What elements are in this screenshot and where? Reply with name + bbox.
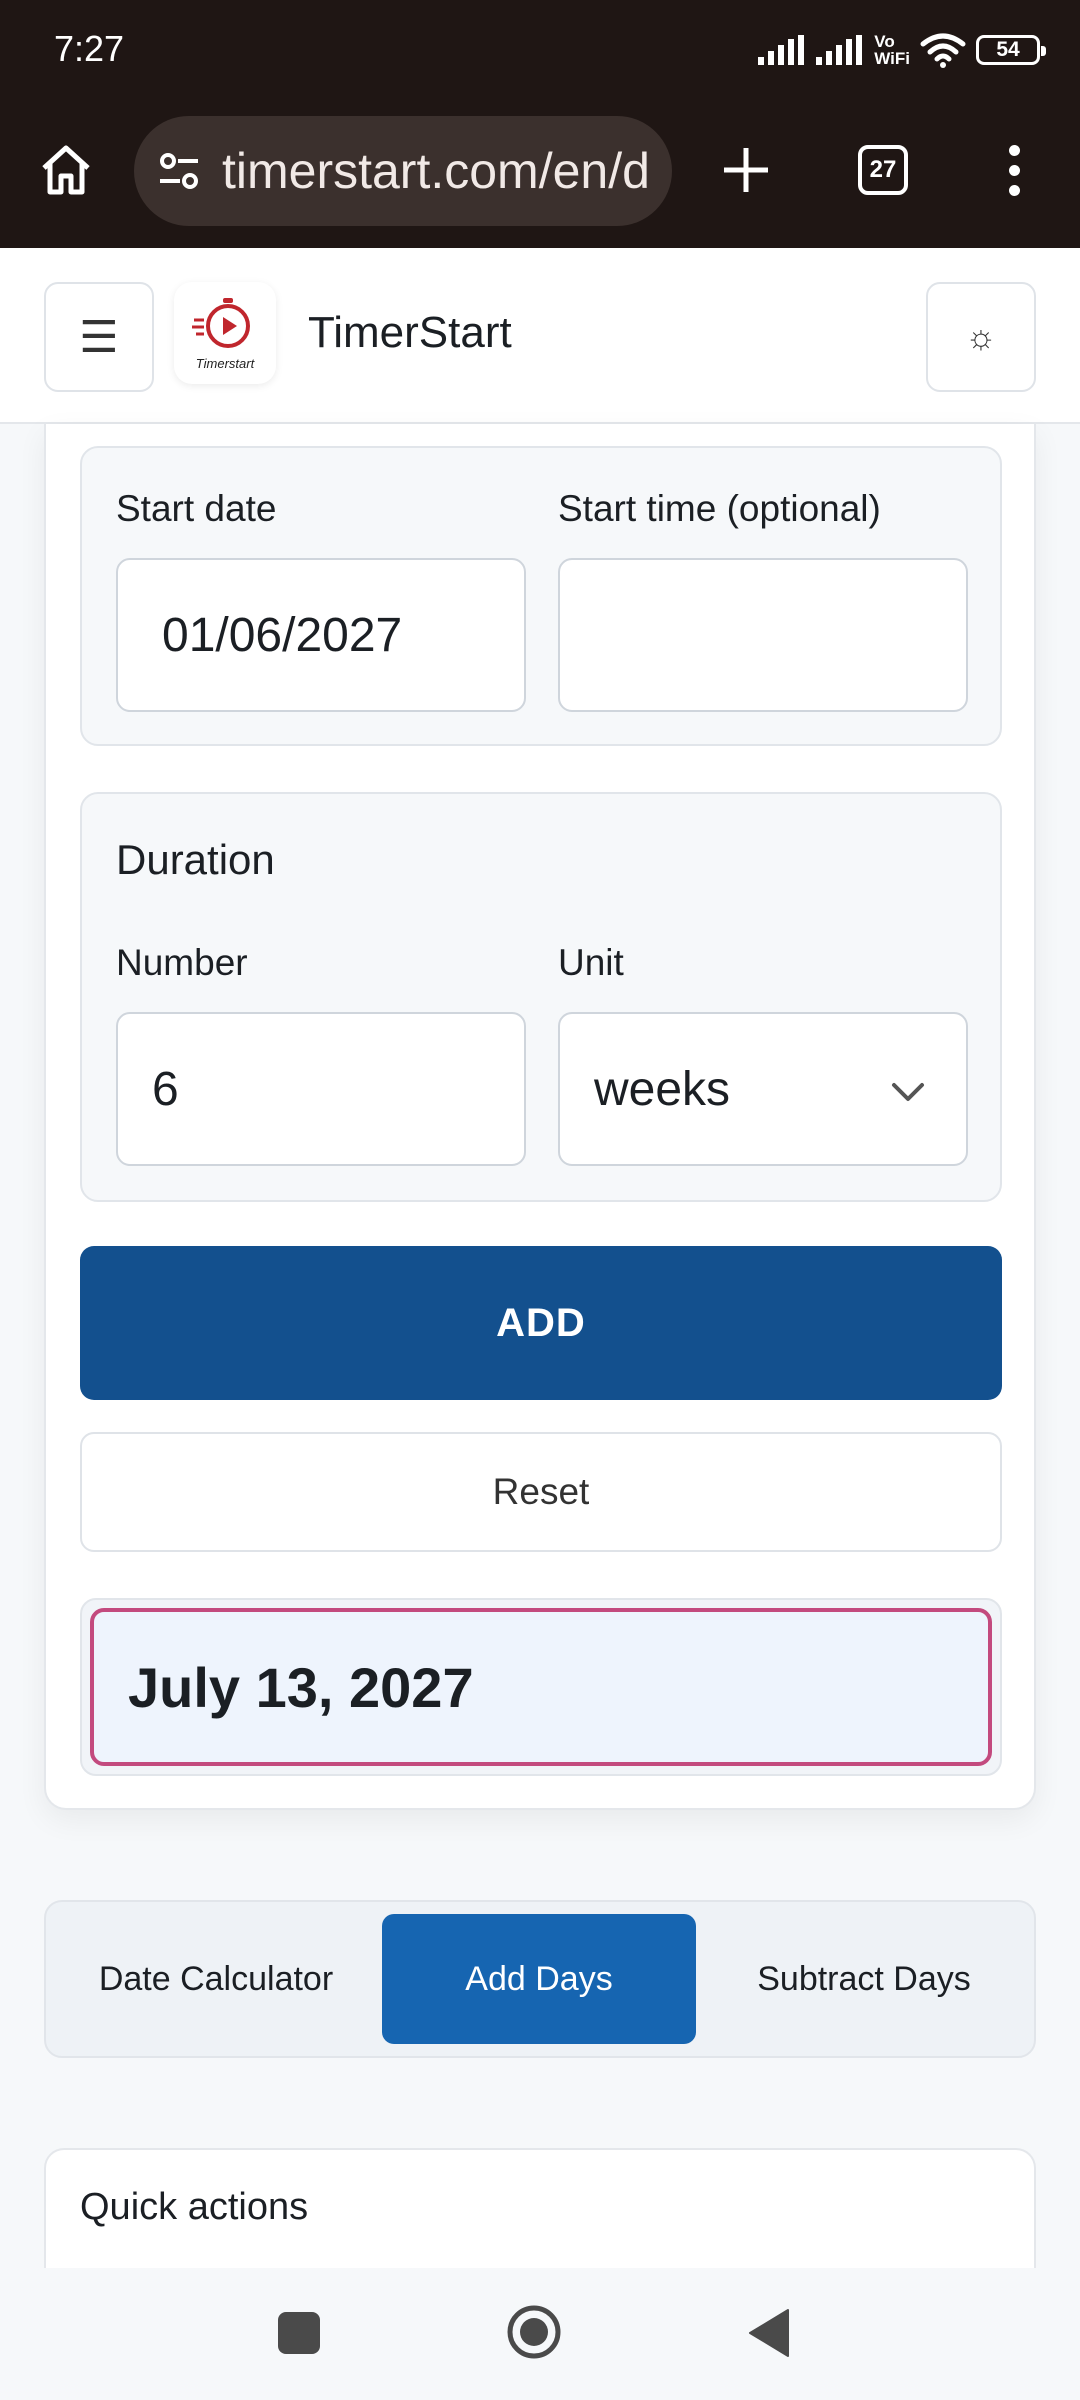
menu-icon: ☰ (79, 312, 119, 362)
hamburger-menu-button[interactable]: ☰ (44, 282, 154, 392)
site-title[interactable]: TimerStart (308, 308, 512, 358)
theme-toggle-button[interactable]: ☼ (926, 282, 1036, 392)
result-output: July 13, 2027 (90, 1608, 992, 1766)
start-time-input[interactable] (558, 558, 968, 712)
sun-icon: ☼ (965, 317, 997, 356)
tune-icon[interactable] (156, 148, 202, 194)
logo-wordmark: Timerstart (195, 355, 255, 371)
number-label: Number (116, 942, 248, 983)
signal-icon (816, 35, 863, 65)
status-time: 7:27 (54, 28, 125, 69)
site-logo[interactable]: Timerstart (174, 282, 276, 384)
wifi-icon (920, 33, 966, 68)
more-vert-icon[interactable] (996, 140, 1032, 204)
site-header: ☰ Timerstart TimerStart ☼ (0, 248, 1080, 424)
calculator-tabs: Date Calculator Add Days Subtract Days (44, 1900, 1036, 2058)
home-icon[interactable] (36, 140, 96, 200)
status-icons: Vo WiFi 54 (758, 28, 1046, 72)
system-nav-bar (0, 2268, 1080, 2400)
back-icon[interactable] (748, 2308, 790, 2358)
start-panel: Start date Start time (optional) 01/06/2… (80, 446, 1002, 746)
duration-panel: Duration Number Unit 6 weeks (80, 792, 1002, 1202)
duration-title: Duration (116, 836, 275, 883)
stopwatch-logo-icon (192, 297, 250, 348)
home-nav-icon[interactable] (506, 2304, 562, 2360)
start-time-label: Start time (optional) (558, 488, 881, 529)
reset-button[interactable]: Reset (80, 1432, 1002, 1552)
result-panel: July 13, 2027 (80, 1598, 1002, 1776)
start-date-label: Start date (116, 488, 277, 529)
tab-subtract-days[interactable]: Subtract Days (704, 1914, 1024, 2044)
vowifi-label: Vo WiFi (874, 32, 910, 68)
start-date-input[interactable]: 01/06/2027 (116, 558, 526, 712)
recents-icon[interactable] (278, 2312, 320, 2354)
plus-icon[interactable] (716, 140, 776, 200)
unit-label: Unit (558, 942, 624, 983)
calculator-card: Start date Start time (optional) 01/06/2… (44, 424, 1036, 1810)
number-input[interactable]: 6 (116, 1012, 526, 1166)
quick-actions-title: Quick actions (80, 2186, 309, 2228)
battery-icon: 54 (976, 35, 1046, 65)
chevron-down-icon (892, 1083, 924, 1101)
tab-add-days[interactable]: Add Days (382, 1914, 696, 2044)
unit-select[interactable]: weeks (558, 1012, 968, 1166)
browser-toolbar: timerstart.com/en/d 27 (0, 100, 1080, 248)
address-bar[interactable]: timerstart.com/en/d (134, 116, 672, 226)
tab-date-calculator[interactable]: Date Calculator (58, 1914, 374, 2044)
tabs-icon[interactable]: 27 (858, 145, 908, 195)
add-button[interactable]: ADD (80, 1246, 1002, 1400)
quick-actions-card: Quick actions (44, 2148, 1036, 2268)
status-bar: 7:27 Vo WiFi 54 (0, 0, 1080, 100)
signal-icon (758, 35, 805, 65)
url-text[interactable]: timerstart.com/en/d (222, 142, 650, 200)
